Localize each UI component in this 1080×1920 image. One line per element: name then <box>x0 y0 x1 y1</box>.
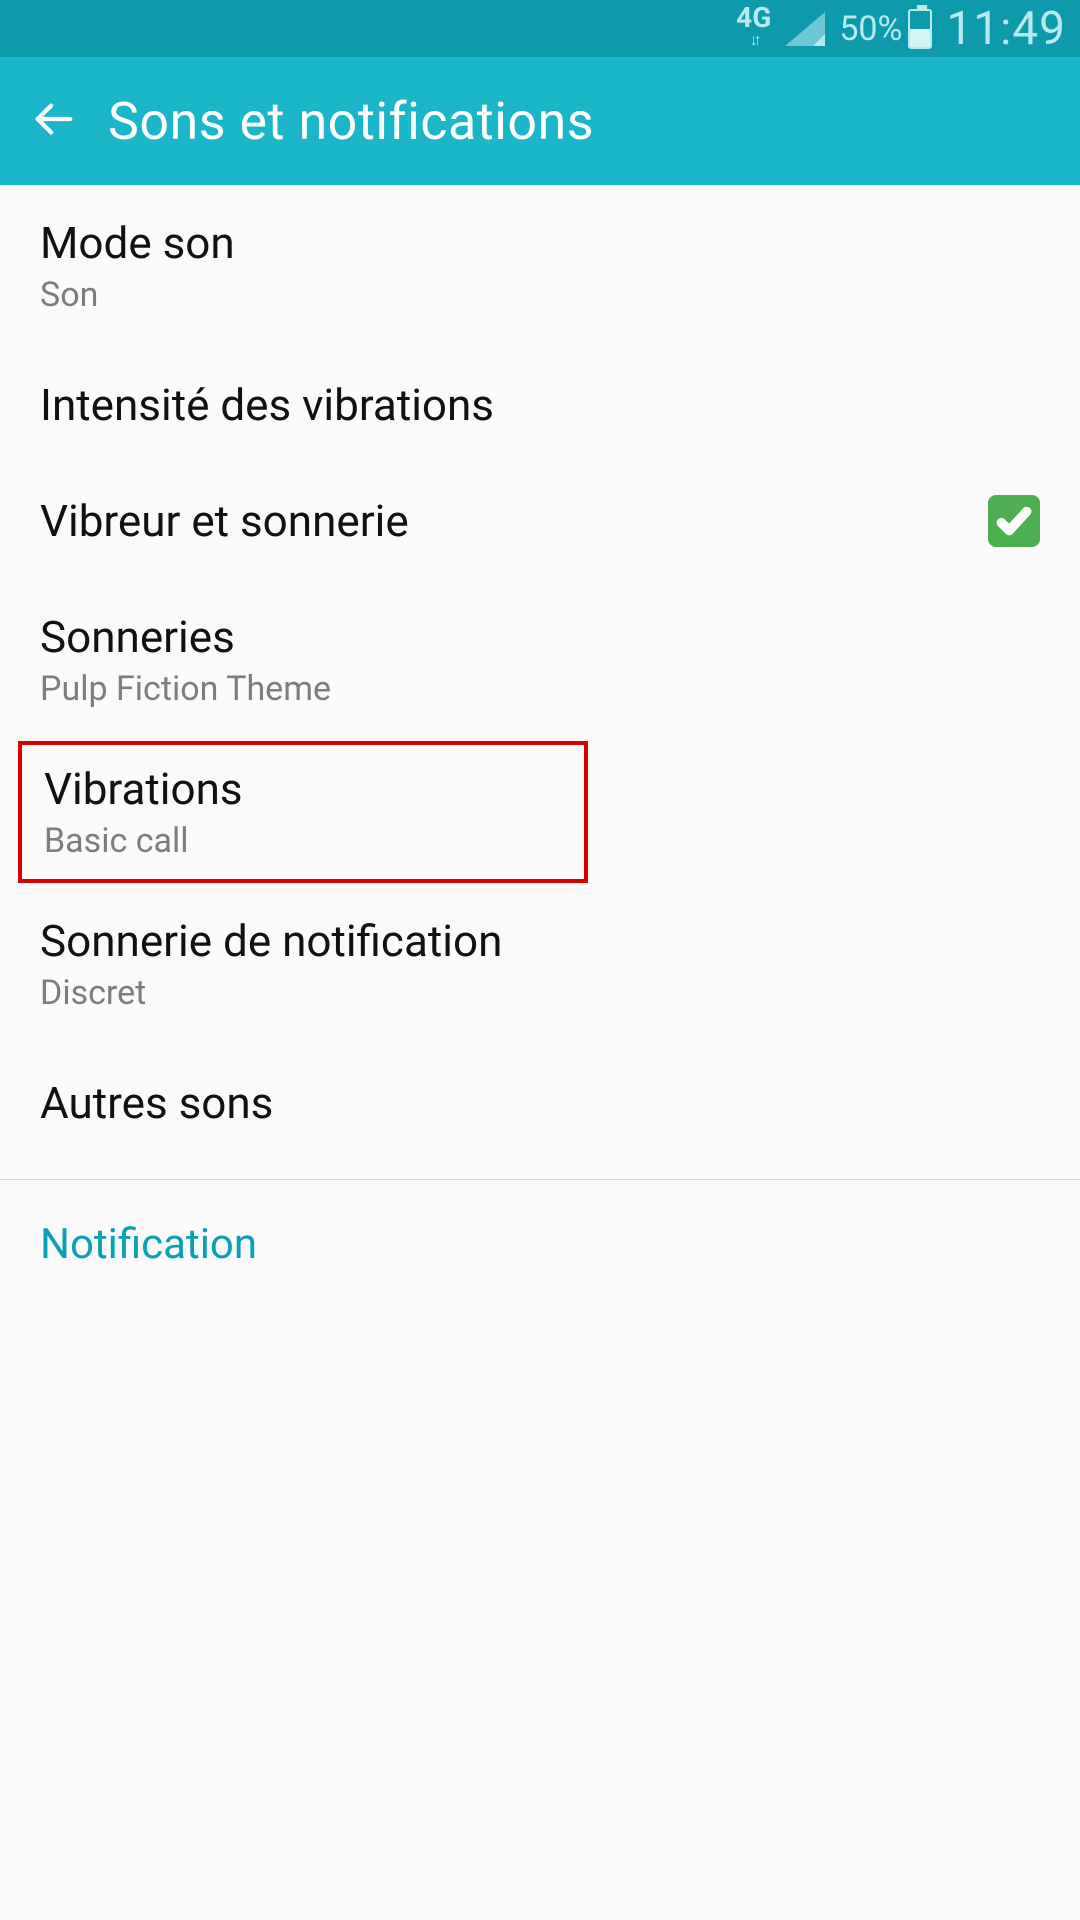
page-title: Sons et notifications <box>108 91 594 152</box>
item-subtitle: Basic call <box>44 821 243 861</box>
network-label: 4G <box>736 7 771 29</box>
checkmark-icon <box>995 502 1033 540</box>
settings-list: Mode son Son Intensité des vibrations Vi… <box>0 185 1080 1281</box>
item-title: Mode son <box>40 217 235 269</box>
item-vibrations[interactable]: Vibrations Basic call <box>18 741 588 883</box>
back-button[interactable] <box>30 96 76 146</box>
clock: 11:49 <box>946 2 1066 56</box>
item-subtitle: Son <box>40 275 235 315</box>
item-title: Autres sons <box>40 1077 273 1129</box>
item-sonnerie-notification[interactable]: Sonnerie de notification Discret <box>0 883 1080 1045</box>
item-autres-sons[interactable]: Autres sons <box>0 1045 1080 1161</box>
item-subtitle: Discret <box>40 973 502 1013</box>
signal-icon <box>785 12 825 46</box>
arrow-back-icon <box>30 96 76 142</box>
battery-icon <box>908 9 932 49</box>
status-bar: 4G ↓↑ 50% 11:49 <box>0 0 1080 57</box>
item-subtitle: Pulp Fiction Theme <box>40 669 331 709</box>
item-title: Vibreur et sonnerie <box>40 495 409 547</box>
item-intensite-vibrations[interactable]: Intensité des vibrations <box>0 347 1080 463</box>
item-mode-son[interactable]: Mode son Son <box>0 185 1080 347</box>
network-indicator: 4G ↓↑ <box>736 7 771 51</box>
battery-percent: 50% <box>839 9 902 49</box>
item-title: Intensité des vibrations <box>40 379 494 431</box>
section-header-notification: Notification <box>0 1180 1080 1281</box>
item-sonneries[interactable]: Sonneries Pulp Fiction Theme <box>0 579 1080 741</box>
data-arrows-icon: ↓↑ <box>750 29 758 51</box>
item-vibreur-sonnerie[interactable]: Vibreur et sonnerie <box>0 463 1080 579</box>
checkbox-vibreur-sonnerie[interactable] <box>988 495 1040 547</box>
item-title: Sonneries <box>40 611 331 663</box>
app-bar: Sons et notifications <box>0 57 1080 185</box>
item-title: Sonnerie de notification <box>40 915 502 967</box>
battery-indicator: 50% <box>839 9 932 49</box>
item-title: Vibrations <box>44 763 243 815</box>
